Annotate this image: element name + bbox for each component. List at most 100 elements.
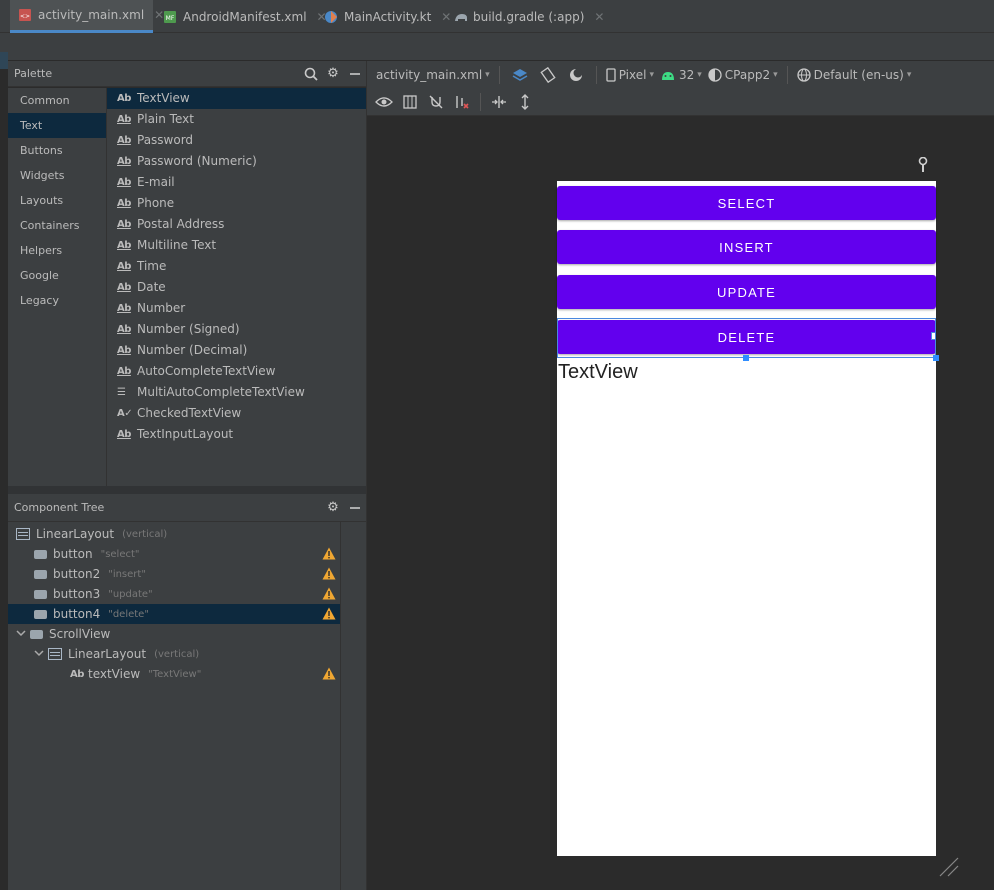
minimize-icon[interactable] <box>344 64 366 84</box>
file-selector[interactable]: activity_main.xml ▾ <box>376 68 490 82</box>
tab-android-manifest[interactable]: MF AndroidManifest.xml ✕ <box>155 0 327 33</box>
minimize-icon[interactable] <box>344 498 366 518</box>
orientation-icon[interactable] <box>537 65 559 85</box>
palette-widget[interactable]: Ab Number (Decimal) <box>107 340 366 361</box>
linear-layout-icon <box>16 528 30 540</box>
palette-widget[interactable]: Ab Password (Numeric) <box>107 151 366 172</box>
api-selector[interactable]: 32 ▾ <box>660 68 702 82</box>
expand-vertical-icon[interactable] <box>514 92 536 112</box>
palette-widget[interactable]: Ab Password <box>107 130 366 151</box>
category-buttons[interactable]: Buttons <box>8 138 106 163</box>
warning-icon[interactable] <box>322 667 336 680</box>
button-icon <box>34 569 47 579</box>
tree-node-inner-linearlayout[interactable]: LinearLayout (vertical) <box>8 644 340 664</box>
insert-button[interactable]: INSERT <box>557 230 936 264</box>
close-icon[interactable]: ✕ <box>594 10 604 24</box>
category-google[interactable]: Google <box>8 263 106 288</box>
component-tree-title: Component Tree <box>14 501 105 514</box>
device-screen[interactable]: SELECT INSERT UPDATE DELETE TextView <box>557 181 939 856</box>
palette-widget[interactable]: Ab Time <box>107 256 366 277</box>
theme-icon <box>708 67 722 82</box>
palette-widget[interactable]: Ab Number <box>107 298 366 319</box>
palette-widget[interactable]: Ab Postal Address <box>107 214 366 235</box>
layers-icon[interactable] <box>509 65 531 85</box>
tab-main-activity-kt[interactable]: MainActivity.kt ✕ <box>316 0 451 33</box>
warning-icon[interactable] <box>322 587 336 600</box>
chevron-down-icon[interactable] <box>34 648 48 661</box>
panel-splitter[interactable] <box>8 486 366 494</box>
warning-icon[interactable] <box>322 547 336 560</box>
palette-widget[interactable]: A✓ CheckedTextView <box>107 403 366 424</box>
textinputlayout-widget-icon: Ab <box>117 429 131 440</box>
kotlin-file-icon <box>324 10 338 24</box>
update-button[interactable]: UPDATE <box>557 275 936 309</box>
palette-widget[interactable]: Ab Number (Signed) <box>107 319 366 340</box>
night-mode-icon[interactable] <box>565 65 587 85</box>
tree-node-button2[interactable]: button2 "insert" <box>8 564 340 584</box>
button-icon <box>34 589 47 599</box>
palette-widget[interactable]: Ab AutoCompleteTextView <box>107 361 366 382</box>
locale-selector[interactable]: Default (en-us) ▾ <box>796 68 911 82</box>
theme-selector[interactable]: CPapp2 ▾ <box>708 68 778 82</box>
palette-widget[interactable]: Ab E-mail <box>107 172 366 193</box>
palette-widget[interactable]: Ab Date <box>107 277 366 298</box>
clear-constraints-icon[interactable] <box>451 92 473 112</box>
scrollview-icon <box>30 629 43 639</box>
category-helpers[interactable]: Helpers <box>8 238 106 263</box>
expand-horizontal-icon[interactable] <box>488 92 510 112</box>
gear-icon[interactable]: ⚙ <box>322 498 344 518</box>
tree-node-linearlayout[interactable]: LinearLayout (vertical) <box>8 524 340 544</box>
manifest-file-icon: MF <box>163 10 177 24</box>
textview-preview[interactable]: TextView <box>558 361 638 384</box>
category-text[interactable]: Text <box>8 113 106 138</box>
palette-widget[interactable]: Ab Multiline Text <box>107 235 366 256</box>
tree-node-button[interactable]: button "select" <box>8 544 340 564</box>
tree-node-button4[interactable]: button4 "delete" <box>8 604 340 624</box>
warning-icon[interactable] <box>322 567 336 580</box>
resize-handle[interactable] <box>933 355 939 361</box>
edittext-widget-icon: Ab <box>117 303 131 314</box>
select-button[interactable]: SELECT <box>557 186 936 220</box>
edittext-widget-icon: Ab <box>117 177 131 188</box>
palette-widget[interactable]: ☰ MultiAutoCompleteTextView <box>107 382 366 403</box>
tree-node-button3[interactable]: button3 "update" <box>8 584 340 604</box>
margins-icon[interactable] <box>399 92 421 112</box>
category-widgets[interactable]: Widgets <box>8 163 106 188</box>
palette-widget[interactable]: Ab Plain Text <box>107 109 366 130</box>
toolbar-separator <box>480 92 481 111</box>
category-layouts[interactable]: Layouts <box>8 188 106 213</box>
eye-icon[interactable] <box>373 92 395 112</box>
edittext-widget-icon: Ab <box>117 345 131 356</box>
tab-build-gradle[interactable]: build.gradle (:app) ✕ <box>445 0 604 33</box>
category-common[interactable]: Common <box>8 88 106 113</box>
resize-handle[interactable] <box>743 355 749 361</box>
tab-activity-main-xml[interactable]: <> activity_main.xml ✕ <box>10 0 164 33</box>
category-containers[interactable]: Containers <box>8 213 106 238</box>
category-legacy[interactable]: Legacy <box>8 288 106 313</box>
wrench-icon[interactable] <box>917 156 929 177</box>
tree-node-textview[interactable]: Ab textView "TextView" <box>8 664 340 684</box>
tree-node-scrollview[interactable]: ScrollView <box>8 624 340 644</box>
autoconnect-off-icon[interactable] <box>425 92 447 112</box>
warning-icon[interactable] <box>322 607 336 620</box>
palette-widget[interactable]: Ab TextInputLayout <box>107 424 366 445</box>
palette-widget[interactable]: Ab TextView <box>107 88 366 109</box>
xml-file-icon: <> <box>18 8 32 22</box>
design-toolbar: activity_main.xml ▾ Pixel ▾ 32 ▾ CPapp2 ▾ De… <box>367 61 994 88</box>
edittext-widget-icon: Ab <box>117 282 131 293</box>
baseline-handle[interactable] <box>931 332 936 340</box>
chevron-down-icon[interactable] <box>16 628 30 641</box>
component-tree: LinearLayout (vertical) button "select" … <box>8 522 366 890</box>
tab-label: AndroidManifest.xml <box>183 9 307 24</box>
tab-overflow[interactable] <box>0 0 8 33</box>
palette-widget[interactable]: Ab Phone <box>107 193 366 214</box>
edittext-widget-icon: Ab <box>117 114 131 125</box>
button-icon <box>34 609 47 619</box>
edittext-widget-icon: Ab <box>117 240 131 251</box>
gear-icon[interactable]: ⚙ <box>322 64 344 84</box>
delete-button[interactable]: DELETE <box>557 320 936 354</box>
device-selector[interactable]: Pixel ▾ <box>606 68 654 82</box>
search-icon[interactable] <box>300 64 322 84</box>
toolbar-separator <box>595 65 597 84</box>
canvas-resize-icon[interactable] <box>938 856 960 878</box>
